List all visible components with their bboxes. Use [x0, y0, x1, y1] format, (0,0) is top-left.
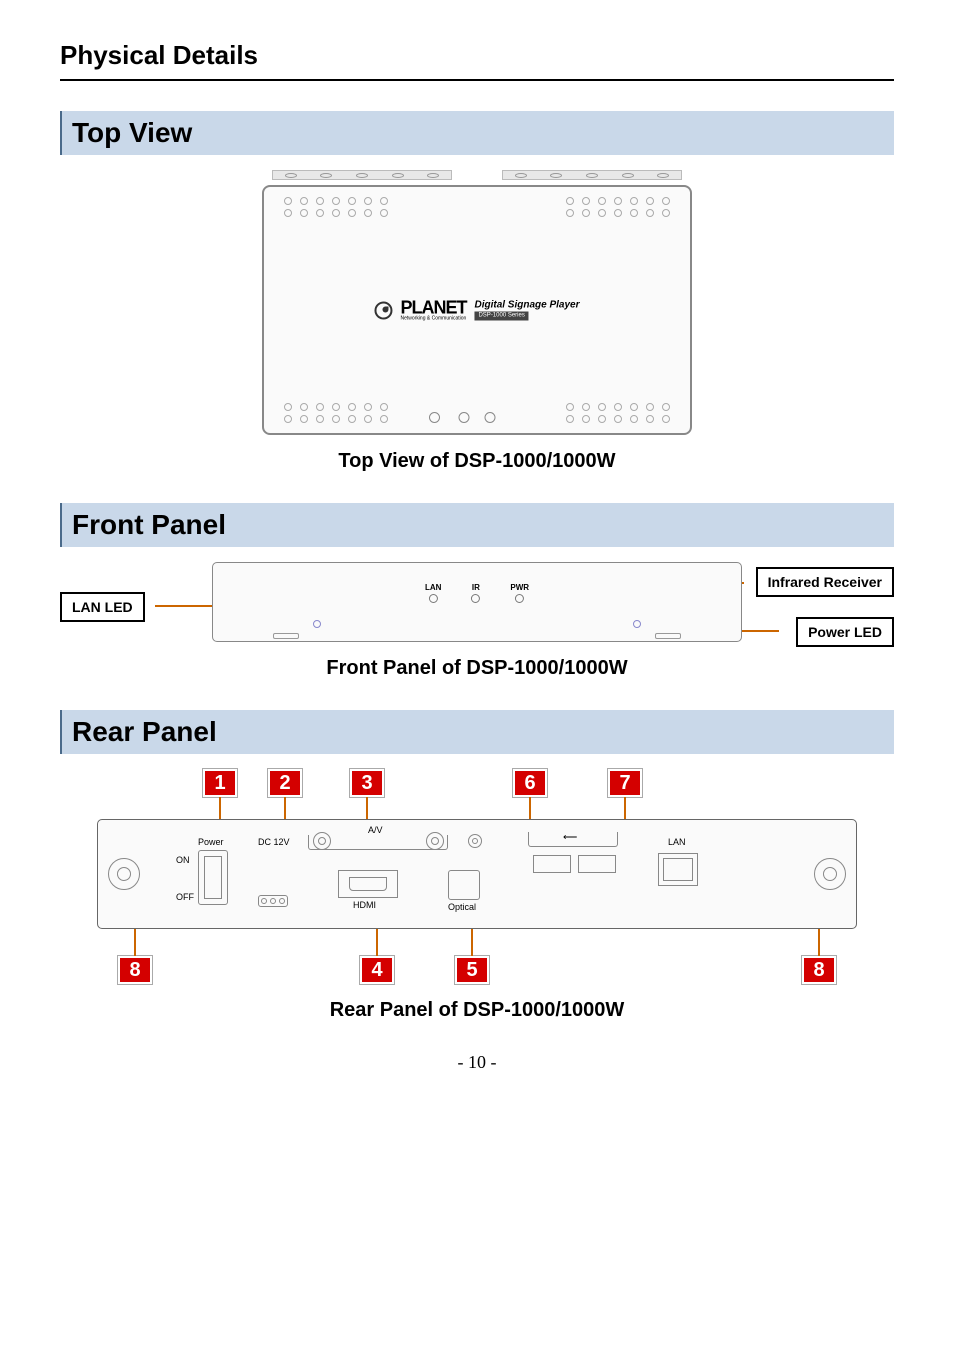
front-panel-diagram: LAN LED Infrared Receiver Power LED LAN …	[60, 562, 894, 642]
usb-port-1	[533, 855, 571, 873]
rear-panel-diagram: 1 2 3 4 5 6 7 8 8 Power ON OFF DC 12V A/…	[60, 769, 894, 984]
ir-receiver: IR	[471, 583, 480, 603]
label-lan: LAN	[668, 837, 686, 847]
badge-6: 6	[513, 769, 547, 797]
power-led: PWR	[510, 583, 529, 603]
top-rail-left	[272, 170, 452, 180]
antenna-right	[814, 858, 846, 890]
label-optical: Optical	[448, 902, 476, 912]
badge-5: 5	[455, 956, 489, 984]
vent-top-right	[566, 197, 670, 217]
callout-lan-led: LAN LED	[60, 592, 145, 622]
section-rear-panel: Rear Panel	[60, 710, 894, 754]
badge-3: 3	[350, 769, 384, 797]
av-jack-1	[313, 832, 331, 850]
extra-hole	[429, 412, 440, 423]
caption-front-panel: Front Panel of DSP-1000/1000W	[60, 657, 894, 680]
lan-led: LAN	[425, 583, 441, 603]
vent-top-left	[284, 197, 388, 217]
top-rail-right	[502, 170, 682, 180]
hdmi-port	[338, 870, 398, 898]
badge-4: 4	[360, 956, 394, 984]
section-front-panel: Front Panel	[60, 503, 894, 547]
av-jack-3	[468, 834, 482, 848]
badge-1: 1	[203, 769, 237, 797]
foot-right	[655, 633, 681, 639]
optical-port	[448, 870, 480, 900]
screw-right	[633, 620, 641, 628]
label-power: Power	[198, 837, 224, 847]
center-holes	[459, 412, 496, 423]
callout-power-led: Power LED	[796, 617, 894, 647]
usb-port-2	[578, 855, 616, 873]
logo-brand: PLANET	[400, 299, 466, 317]
label-dc12v: DC 12V	[258, 837, 290, 847]
av-jack-2	[426, 832, 444, 850]
logo-product-title: Digital Signage Player	[474, 299, 579, 311]
label-on: ON	[176, 855, 190, 865]
screw-left	[313, 620, 321, 628]
label-av: A/V	[368, 825, 383, 835]
device-logo: PLANET Networking & Communication Digita…	[374, 299, 579, 322]
dc-jack	[258, 895, 288, 907]
caption-top-view: Top View of DSP-1000/1000W	[60, 450, 894, 473]
antenna-left	[108, 858, 140, 890]
vent-bottom-left	[284, 403, 388, 423]
label-off: OFF	[176, 892, 194, 902]
power-switch	[198, 850, 228, 905]
page-number: - 10 -	[60, 1052, 894, 1073]
badge-8-left: 8	[118, 956, 152, 984]
section-top-view: Top View	[60, 111, 894, 155]
usb-icon: ⟵	[563, 832, 577, 843]
lan-port	[658, 853, 698, 886]
globe-icon	[374, 301, 392, 319]
badge-7: 7	[608, 769, 642, 797]
caption-rear-panel: Rear Panel of DSP-1000/1000W	[60, 999, 894, 1022]
page-title: Physical Details	[60, 40, 894, 81]
logo-series: DSP-1000 Series	[474, 311, 528, 320]
label-hdmi: HDMI	[353, 900, 376, 910]
callout-infrared: Infrared Receiver	[756, 567, 894, 597]
foot-left	[273, 633, 299, 639]
badge-8-right: 8	[802, 956, 836, 984]
vent-bottom-right	[566, 403, 670, 423]
top-view-diagram: PLANET Networking & Communication Digita…	[262, 170, 692, 435]
logo-tagline: Networking & Communication	[400, 317, 466, 322]
badge-2: 2	[268, 769, 302, 797]
